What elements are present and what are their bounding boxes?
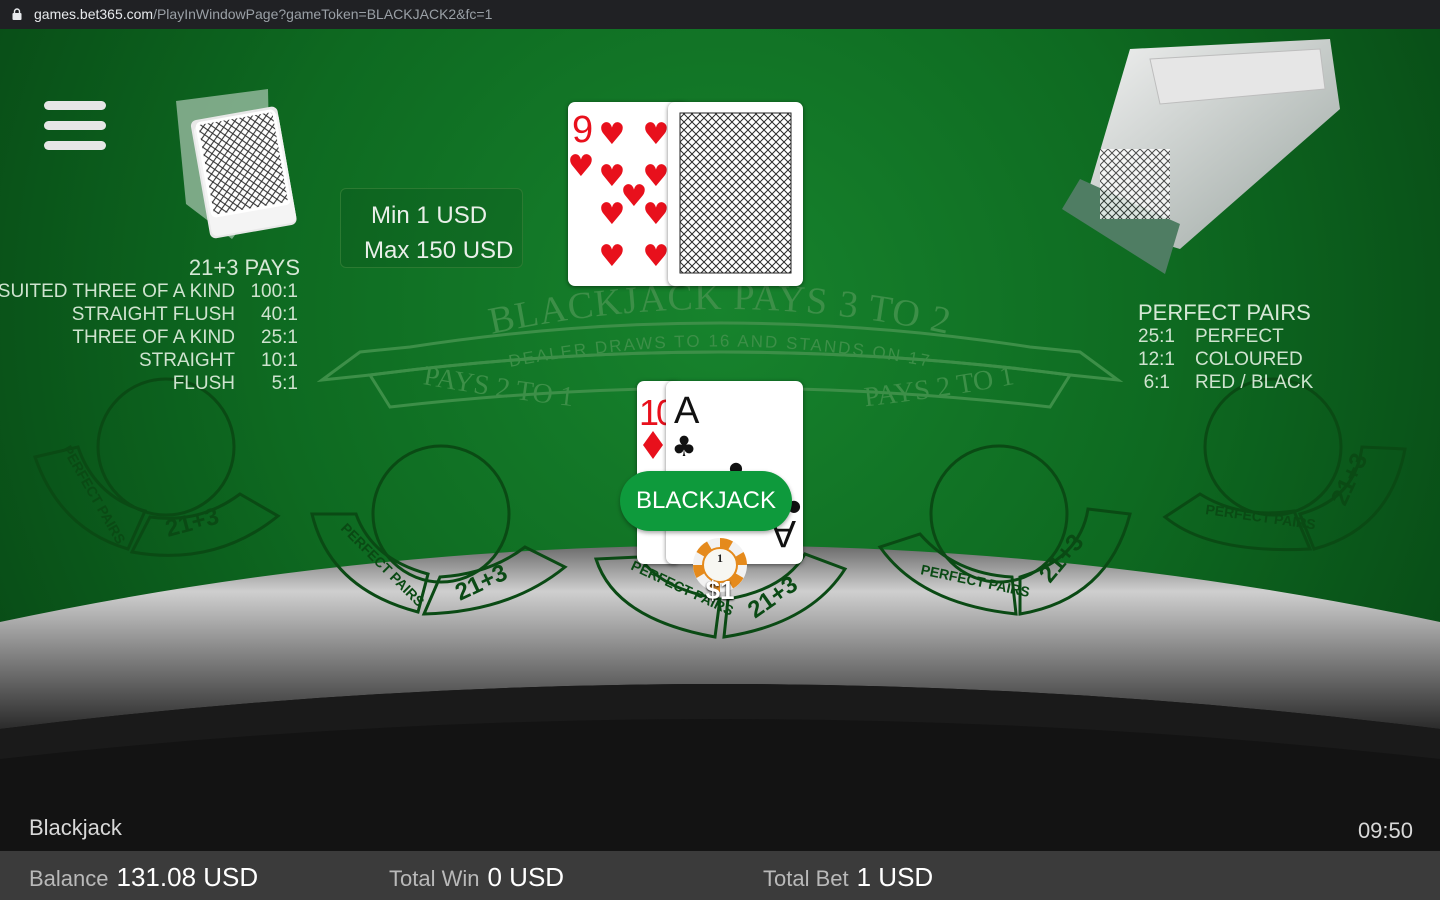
svg-text:♥: ♥ [643, 117, 670, 152]
paytable-row: FLUSH 5:1 [172, 373, 298, 394]
svg-text:1: 1 [717, 551, 723, 565]
svg-text:♥: ♥ [643, 239, 670, 274]
table-limits: Min 1 USD Max 150 USD [340, 188, 523, 268]
paytable-row: 6:1 RED / BLACK [1143, 372, 1314, 393]
clock: 09:50 [1357, 818, 1413, 843]
paytable-row: STRAIGHT FLUSH 40:1 [71, 304, 298, 325]
paytable-row: STRAIGHT 10:1 [138, 350, 298, 371]
browser-url-bar[interactable]: games.bet365.com/PlayInWindowPage?gameTo… [0, 0, 1440, 29]
paytable-21-3: 21+3 PAYS SUITED THREE OF A KIND 100:1 ST… [0, 255, 300, 396]
total-win: Total Win 0 USD [389, 862, 565, 892]
max-bet-label: Max 150 USD [364, 237, 514, 264]
balance: Balance 131.08 USD [29, 862, 259, 892]
total-bet-value: 1 USD [856, 862, 934, 892]
min-bet-label: Min 1 USD [371, 202, 488, 229]
paytable-pp-title: PERFECT PAIRS [1138, 300, 1311, 325]
status-bar: Balance 131.08 USD Total Win 0 USD Total B… [0, 851, 1440, 900]
paytable-row: 25:1 PERFECT [1138, 326, 1284, 347]
paytable-perfect-pairs: PERFECT PAIRS 25:1 PERFECT 12:1 COLOURED 6… [1138, 300, 1378, 395]
url-text[interactable]: games.bet365.com/PlayInWindowPage?gameTo… [34, 0, 492, 29]
paytable-row: THREE OF A KIND 25:1 [72, 327, 298, 348]
dealer-hole-card [668, 102, 803, 286]
svg-text:A: A [674, 390, 700, 432]
bet-amount-label: $1 [705, 575, 735, 605]
paytable-row: SUITED THREE OF A KIND 100:1 [0, 281, 298, 302]
svg-text:♣: ♣ [671, 430, 696, 463]
balance-value: 131.08 USD [116, 862, 259, 892]
total-bet: Total Bet 1 USD [763, 862, 934, 892]
game-title: Blackjack [29, 815, 122, 840]
svg-text:♥: ♥ [643, 197, 670, 232]
svg-text:♥: ♥ [599, 117, 626, 152]
svg-text:♥: ♥ [599, 197, 626, 232]
total-win-value: 0 USD [487, 862, 565, 892]
menu-icon[interactable] [44, 101, 106, 153]
paytable-row: 12:1 COLOURED [1138, 349, 1303, 370]
blackjack-result-badge: BLACKJACK [620, 471, 792, 531]
svg-text:9: 9 [572, 109, 593, 151]
svg-text:♥: ♥ [599, 239, 626, 274]
card-back-pattern [679, 112, 792, 274]
svg-text:♥: ♥ [568, 149, 594, 184]
lock-icon [12, 8, 22, 20]
paytable-21-3-title: 21+3 PAYS [188, 255, 300, 280]
game-stage: BLACKJACK PAYS 3 TO 2 DEALER DRAWS TO 16… [0, 29, 1440, 850]
